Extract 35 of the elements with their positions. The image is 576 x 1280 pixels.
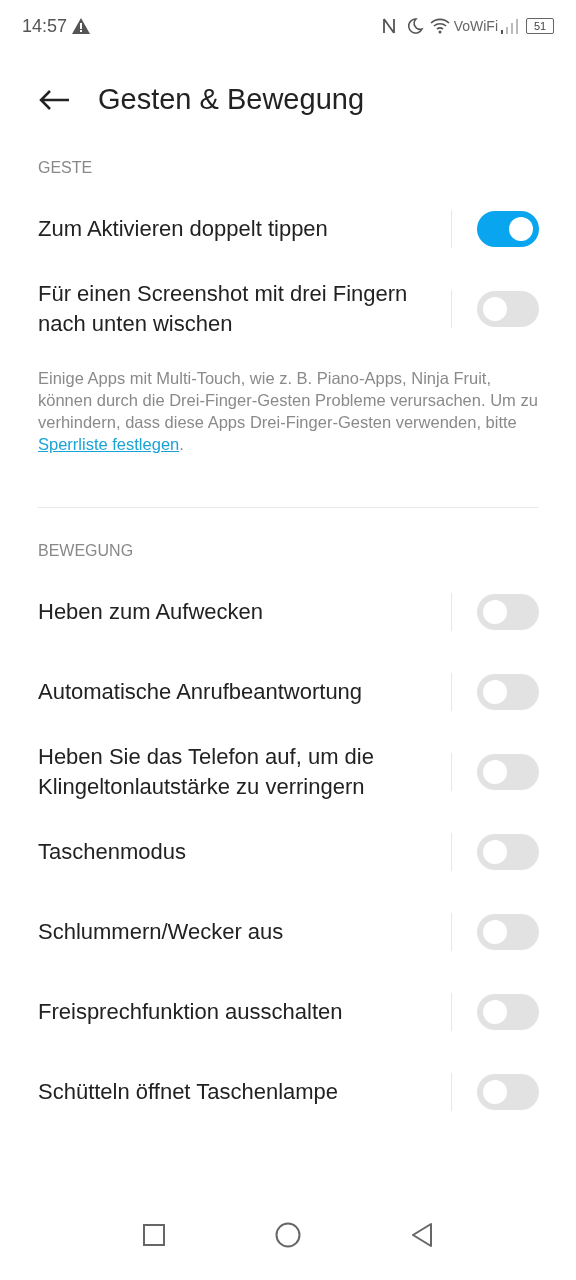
- setting-label: Heben zum Aufwecken: [38, 598, 265, 626]
- warning-icon: [72, 18, 91, 34]
- battery-level: 51: [526, 18, 554, 34]
- toggle-switch[interactable]: [477, 674, 539, 710]
- setting-label: Automatische Anrufbeantwortung: [38, 678, 364, 706]
- toggle-switch[interactable]: [477, 211, 539, 247]
- moon-icon: [405, 17, 424, 35]
- clock-time: 14:57: [22, 15, 68, 37]
- setting-label: Freisprechfunktion ausschalten: [38, 998, 344, 1026]
- toggle-switch[interactable]: [477, 994, 539, 1030]
- setting-label: Zum Aktivieren doppelt tippen: [38, 215, 329, 243]
- setting-label: Taschenmodus: [38, 838, 187, 866]
- section-title: BEWEGUNG: [37, 541, 135, 561]
- toggle-switch[interactable]: [477, 594, 539, 630]
- setting-label: Heben Sie das Telefon auf, um die Klingeltonlautstärke zu verringern: [38, 743, 375, 801]
- blocklist-link[interactable]: Sperrliste festlegen: [38, 435, 180, 453]
- section-title: GESTE: [37, 158, 94, 178]
- toggle-switch[interactable]: [477, 1074, 539, 1110]
- info-text: Einige Apps mit Multi-Touch, wie z. B. Piano-Apps, Ninja Fruit, können durch die Drei-Finger-Gesten Probleme verursachen. Um zu verhindern, dass diese Apps Drei-Finger-Gesten verwenden, bitte Sperrliste festlegen.: [37, 368, 539, 455]
- network-label: VoWiFi: [453, 18, 498, 34]
- triangle-back-icon[interactable]: [411, 1223, 433, 1247]
- back-arrow-icon[interactable]: [38, 88, 70, 111]
- circle-icon[interactable]: [275, 1222, 301, 1248]
- setting-label: Schlummern/Wecker aus: [38, 918, 285, 946]
- signal-icon: [500, 18, 518, 34]
- setting-label: Für einen Screenshot mit drei Fingern nach unten wischen: [38, 280, 409, 338]
- toggle-switch[interactable]: [477, 291, 539, 327]
- toggle-switch[interactable]: [477, 914, 539, 950]
- wifi-icon: [429, 18, 450, 34]
- toggle-switch[interactable]: [477, 834, 539, 870]
- square-icon[interactable]: [143, 1224, 165, 1246]
- toggle-switch[interactable]: [477, 754, 539, 790]
- page-title: Gesten & Bewegung: [98, 83, 364, 116]
- setting-label: Schütteln öffnet Taschenlampe: [38, 1078, 340, 1106]
- nfc-icon: [381, 17, 396, 35]
